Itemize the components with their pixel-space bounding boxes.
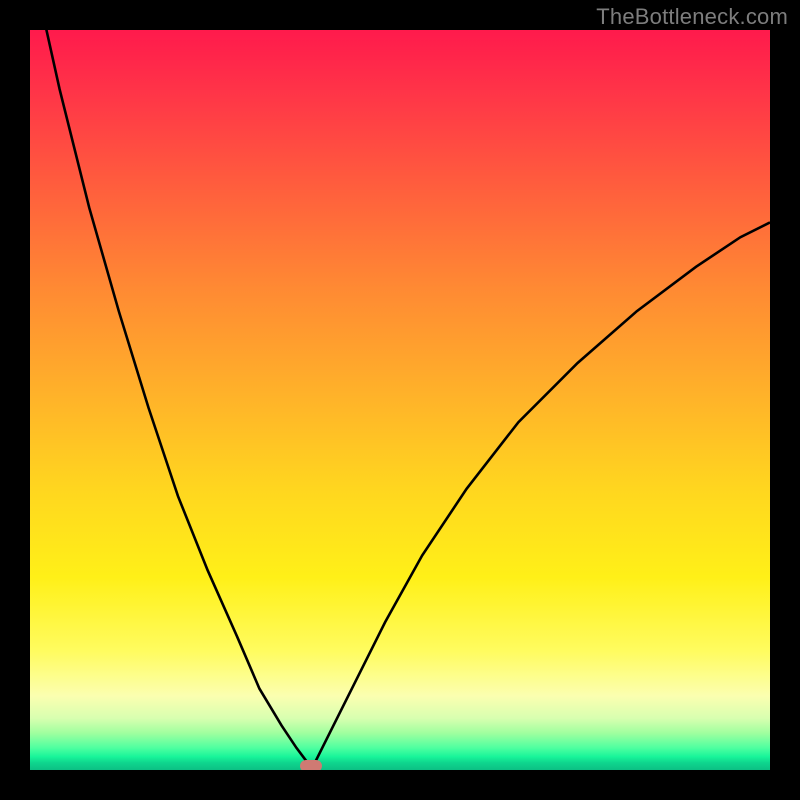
bottleneck-curve: [30, 30, 770, 770]
plot-area: [30, 30, 770, 770]
chart-frame: TheBottleneck.com: [0, 0, 800, 800]
curve-left-branch: [30, 30, 311, 770]
watermark-text: TheBottleneck.com: [596, 4, 788, 30]
curve-right-branch: [311, 222, 770, 770]
optimal-point-marker: [300, 760, 322, 770]
